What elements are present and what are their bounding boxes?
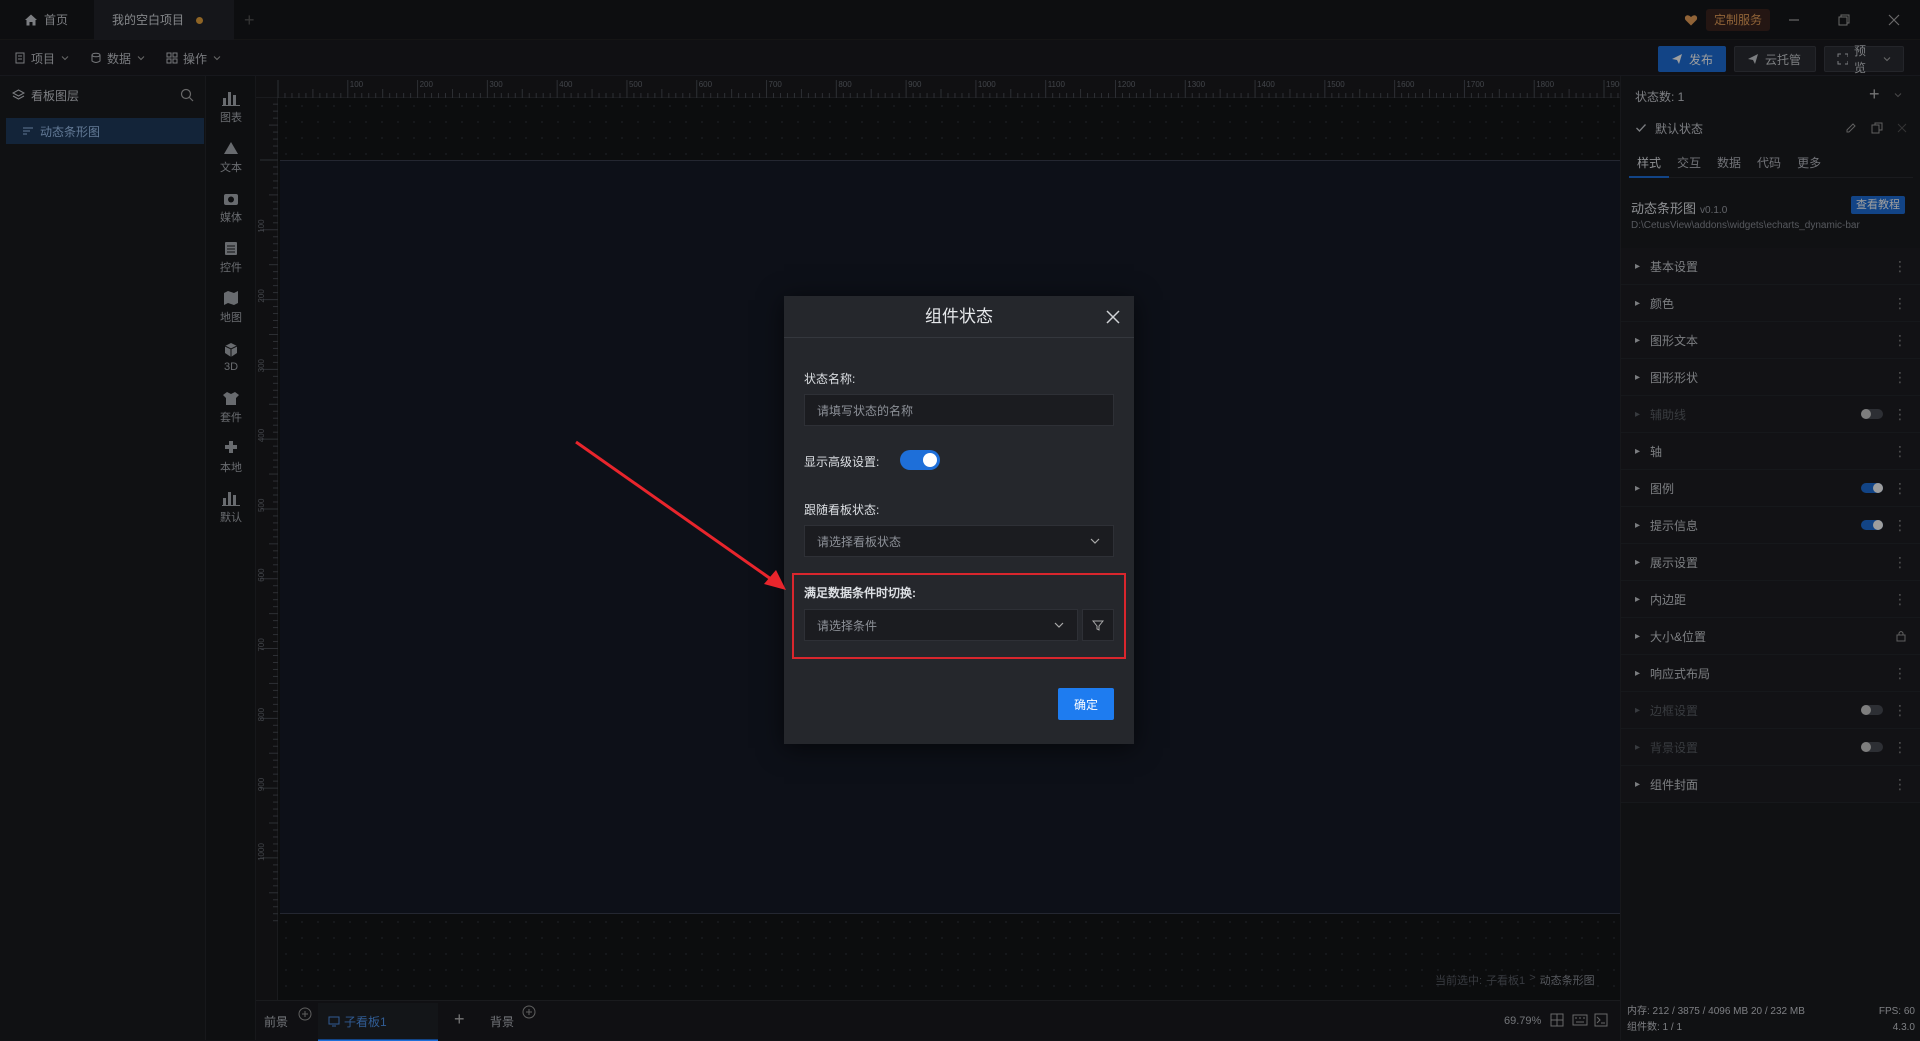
component-state-dialog: 组件状态 状态名称: 请填写状态的名称 显示高级设置: 跟随看板状态: 请选择看… (784, 296, 1134, 744)
dialog-close-button[interactable] (1102, 306, 1124, 328)
data-condition-select[interactable]: 请选择条件 (804, 609, 1078, 641)
data-condition-label: 满足数据条件时切换: (804, 586, 916, 600)
dialog-title: 组件状态 (784, 296, 1134, 338)
advanced-settings-label: 显示高级设置: (804, 455, 880, 469)
data-condition-placeholder: 请选择条件 (817, 618, 878, 633)
state-name-placeholder: 请填写状态的名称 (817, 403, 914, 418)
follow-board-state-select[interactable]: 请选择看板状态 (804, 525, 1114, 557)
follow-board-state-placeholder: 请选择看板状态 (817, 534, 902, 549)
chevron-down-icon (1054, 622, 1064, 628)
state-name-input[interactable]: 请填写状态的名称 (804, 394, 1114, 426)
condition-filter-button[interactable] (1082, 609, 1114, 641)
close-icon (1106, 310, 1120, 324)
confirm-button[interactable]: 确定 (1058, 688, 1114, 720)
advanced-settings-toggle[interactable] (900, 450, 940, 470)
toggle-knob (923, 453, 937, 467)
chevron-down-icon (1090, 538, 1100, 544)
state-name-label: 状态名称: (804, 372, 856, 386)
follow-board-state-label: 跟随看板状态: (804, 503, 880, 517)
filter-icon (1092, 620, 1104, 631)
annotation-arrow-icon (575, 440, 786, 590)
